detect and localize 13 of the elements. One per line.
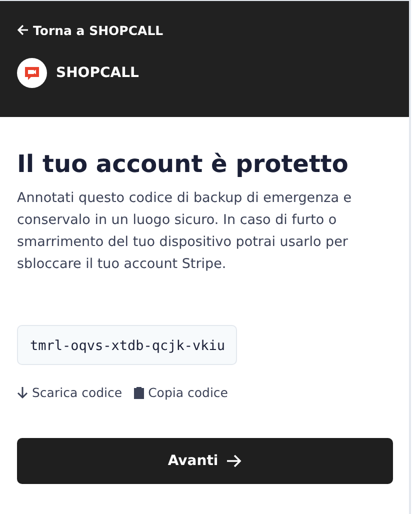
brand-name: SHOPCALL [56, 65, 139, 81]
arrow-right-icon [226, 454, 242, 468]
back-link[interactable]: Torna a SHOPCALL [17, 22, 164, 38]
download-link[interactable]: Scarica codice [17, 385, 122, 400]
logo-icon [17, 58, 47, 88]
arrow-left-icon [17, 24, 29, 36]
backup-code: tmrl-oqvs-xtdb-qcjk-vkiu [17, 325, 238, 365]
copy-link[interactable]: Copia codice [134, 385, 228, 400]
page-title: Il tuo account è protetto [17, 149, 350, 179]
description: Annotati questo codice di backup di emergenza e conservalo in un luogo sicuro. In caso di furto o smarrimento del tuo dispositivo potrai usarlo per sbloccare il tuo account Stripe. [17, 189, 353, 274]
arrow-down-icon [17, 386, 28, 399]
next-button[interactable]: Avanti [17, 438, 393, 484]
clipboard-icon [134, 386, 144, 399]
